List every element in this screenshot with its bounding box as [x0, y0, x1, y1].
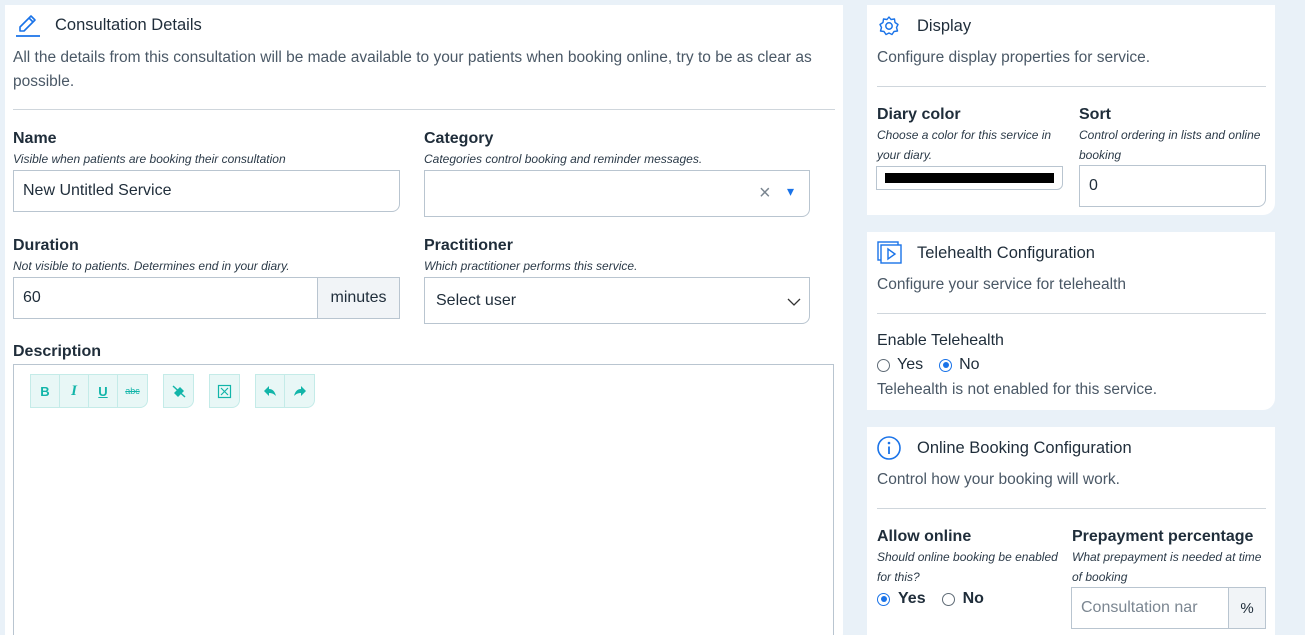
- practitioner-select-text: Select user: [436, 291, 517, 309]
- sort-label: Sort: [1079, 106, 1111, 123]
- divider: [877, 86, 1266, 87]
- consultation-details-card: Consultation Details All the details fro…: [5, 5, 843, 635]
- redo-icon[interactable]: [285, 375, 314, 407]
- practitioner-select[interactable]: Select user: [424, 277, 810, 324]
- enable-telehealth-label: Enable Telehealth: [877, 332, 1004, 349]
- consultation-details-description: All the details from this consultation w…: [13, 49, 812, 90]
- diary-color-hint: Choose a color for this service in your …: [877, 128, 1052, 162]
- duration-unit: minutes: [330, 289, 387, 306]
- underline-button[interactable]: U: [89, 375, 118, 407]
- name-input[interactable]: New Untitled Service: [13, 170, 400, 212]
- percent-unit: %: [1240, 599, 1254, 617]
- divider: [877, 313, 1266, 314]
- allow-online-hint: Should online booking be enabled for thi…: [877, 550, 1058, 584]
- category-label: Category: [424, 130, 494, 147]
- allow-online-yes-label: Yes: [898, 590, 926, 607]
- telehealth-no-radio[interactable]: [939, 358, 953, 372]
- strikethrough-button[interactable]: abc: [118, 375, 147, 407]
- pencil-icon: [14, 13, 42, 44]
- telehealth-yes-label: Yes: [897, 356, 924, 373]
- fullscreen-group: [209, 374, 240, 408]
- prepayment-label: Prepayment percentage: [1072, 528, 1254, 545]
- description-label: Description: [13, 343, 102, 360]
- fullscreen-icon[interactable]: [210, 375, 239, 407]
- name-hint: Visible when patients are booking their …: [13, 152, 286, 166]
- allow-online-yes-radio[interactable]: [877, 592, 890, 606]
- allow-online-no-radio[interactable]: [941, 592, 955, 606]
- diary-color-swatch: [885, 173, 1054, 183]
- duration-hint: Not visible to patients. Determines end …: [13, 259, 290, 273]
- history-group: [255, 374, 315, 408]
- online-booking-card: Online Booking Configuration Control how…: [867, 427, 1275, 635]
- telehealth-status: Telehealth is not enabled for this servi…: [877, 381, 1158, 398]
- telehealth-radio-group: Yes No: [877, 356, 980, 374]
- allow-online-label: Allow online: [877, 528, 972, 545]
- name-input-value: New Untitled Service: [23, 182, 172, 199]
- description-editor[interactable]: B I U abc: [13, 364, 834, 635]
- online-booking-description: Control how your booking will work.: [877, 471, 1120, 488]
- divider: [877, 508, 1266, 509]
- prepayment-hint: What prepayment is needed at time of boo…: [1072, 550, 1262, 584]
- undo-icon[interactable]: [256, 375, 285, 407]
- prepayment-input[interactable]: Consultation nar: [1071, 587, 1229, 629]
- info-icon: [876, 435, 902, 466]
- percent-addon: %: [1228, 587, 1266, 629]
- diary-color-label: Diary color: [877, 106, 961, 123]
- display-title: Display: [917, 17, 972, 35]
- display-card: Display Configure display properties for…: [867, 5, 1275, 215]
- practitioner-label: Practitioner: [424, 237, 513, 254]
- telehealth-no-label: No: [959, 356, 980, 373]
- dropdown-caret-icon[interactable]: ▾: [787, 183, 794, 200]
- telehealth-title: Telehealth Configuration: [917, 244, 1095, 262]
- diary-color-picker[interactable]: [876, 166, 1063, 190]
- duration-unit-addon: minutes: [317, 277, 400, 319]
- sort-input-value: 0: [1089, 177, 1098, 194]
- clear-format-group: [163, 374, 194, 408]
- practitioner-hint: Which practitioner performs this service…: [424, 259, 638, 273]
- telehealth-card: Telehealth Configuration Configure your …: [867, 232, 1275, 410]
- name-label: Name: [13, 130, 57, 147]
- italic-button[interactable]: I: [60, 375, 89, 407]
- display-description: Configure display properties for service…: [877, 49, 1151, 66]
- allow-online-no-label: No: [962, 590, 984, 607]
- allow-online-radio-group: Yes No: [877, 590, 984, 608]
- online-booking-title: Online Booking Configuration: [917, 439, 1132, 457]
- telehealth-description: Configure your service for telehealth: [877, 276, 1126, 293]
- clear-icon[interactable]: ×: [759, 182, 771, 205]
- bold-button[interactable]: B: [31, 375, 60, 407]
- format-toolbar-group: B I U abc: [30, 374, 148, 408]
- category-select[interactable]: × ▾: [424, 170, 810, 217]
- video-icon: [876, 240, 902, 271]
- divider: [13, 109, 835, 110]
- duration-input-value: 60: [23, 289, 41, 306]
- duration-input[interactable]: 60: [13, 277, 318, 319]
- prepayment-placeholder: Consultation nar: [1081, 599, 1198, 616]
- gear-icon: [878, 15, 900, 42]
- category-hint: Categories control booking and reminder …: [424, 152, 703, 166]
- consultation-details-title: Consultation Details: [55, 16, 202, 34]
- telehealth-yes-radio[interactable]: [877, 358, 890, 372]
- chevron-down-icon: [787, 294, 801, 312]
- sort-input[interactable]: 0: [1079, 165, 1266, 207]
- duration-label: Duration: [13, 237, 79, 254]
- sort-hint: Control ordering in lists and online boo…: [1079, 128, 1261, 162]
- eraser-icon[interactable]: [164, 375, 193, 407]
